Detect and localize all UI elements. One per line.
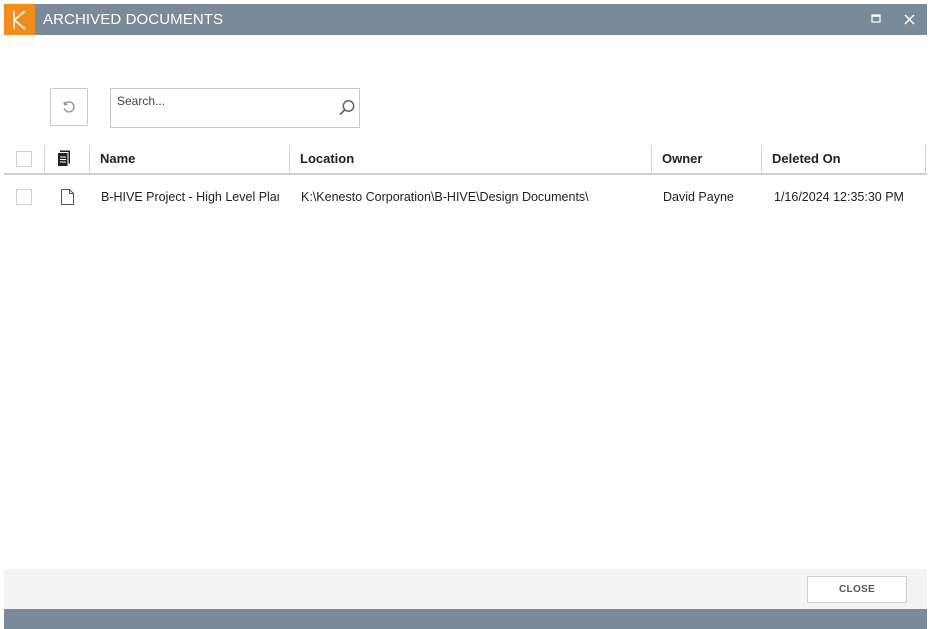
search-box [110,88,360,128]
close-icon [904,14,915,25]
dialog-footer [4,569,927,609]
maximize-icon [871,14,881,23]
kenesto-logo [4,4,35,35]
maximize-button[interactable] [860,4,890,35]
file-icon [61,189,74,205]
k-logo-icon [13,10,26,30]
bottom-bar [4,609,927,629]
window-title: ARCHIVED DOCUMENTS [43,11,224,28]
search-icon[interactable] [337,98,357,118]
row-owner: David Payne [663,190,734,204]
column-separator [89,145,90,173]
title-bar: ARCHIVED DOCUMENTS [4,4,927,35]
row-deleted-on: 1/16/2024 12:35:30 PM [774,190,904,204]
column-header-location[interactable]: Location [300,145,354,173]
archived-documents-dialog: ARCHIVED DOCUMENTS Search... Name Locati… [4,4,927,629]
row-name: B-HIVE Project - High Level Plan [101,190,279,204]
column-separator [289,145,290,173]
close-button[interactable]: CLOSE [807,576,907,603]
document-icon [57,150,70,167]
grid-header: Name Location Owner Deleted On [4,145,927,175]
column-separator [44,145,45,173]
window-close-button[interactable] [895,4,925,35]
select-all-checkbox[interactable] [16,151,32,167]
undo-icon [63,101,75,113]
column-header-name[interactable]: Name [100,145,135,173]
search-input[interactable] [117,92,327,110]
table-row[interactable]: B-HIVE Project - High Level Plan K:\Kene… [4,180,927,214]
row-checkbox[interactable] [16,189,32,205]
column-header-owner[interactable]: Owner [662,145,702,173]
column-header-deleted-on[interactable]: Deleted On [772,145,841,173]
column-separator [651,145,652,173]
column-separator [761,145,762,173]
column-separator [925,145,926,173]
restore-button[interactable] [50,88,88,126]
row-location: K:\Kenesto Corporation\B-HIVE\Design Doc… [301,190,589,204]
